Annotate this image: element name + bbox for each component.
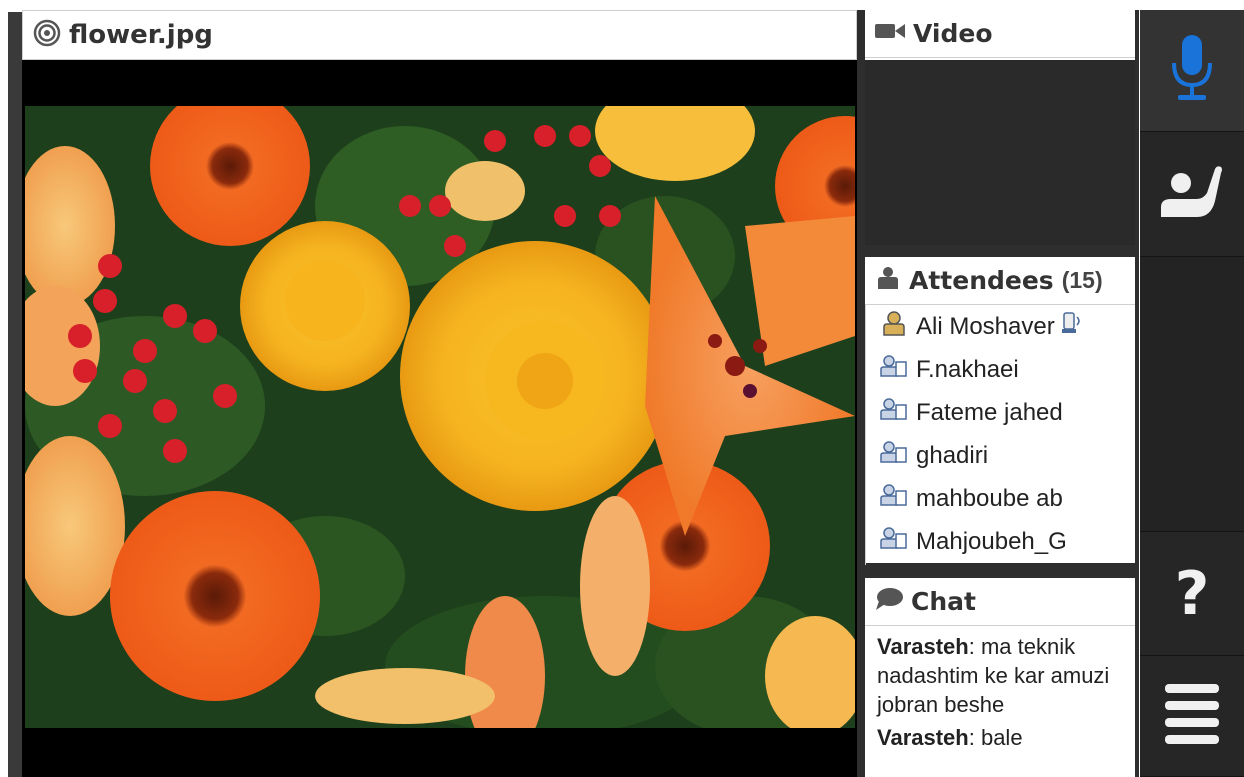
camera-icon — [875, 21, 905, 46]
chat-sender: Varasteh — [877, 725, 969, 750]
video-panel-title: Video — [913, 19, 993, 48]
right-toolbar: ? — [1140, 10, 1244, 777]
chat-panel: Chat Varasteh: ma teknik nadashtim ke ka… — [865, 578, 1135, 777]
attendee-name: Fateme jahed — [916, 398, 1063, 426]
chat-panel-header[interactable]: Chat — [865, 578, 1135, 626]
chat-message: Varasteh: bale — [877, 723, 1123, 752]
chat-panel-title: Chat — [911, 587, 976, 616]
side-panels: Video Attendees (15) Ali Moshaver F.nakh… — [857, 10, 1139, 777]
attendee-item[interactable]: ghadiri — [866, 434, 1135, 477]
attendee-name: F.nakhaei — [916, 355, 1019, 383]
attendee-name: Mahjoubeh_G — [916, 527, 1067, 555]
raise-hand-button[interactable] — [1140, 132, 1244, 257]
presentation-header: flower.jpg — [22, 10, 857, 60]
microphone-icon — [1170, 35, 1214, 106]
attendee-name: ghadiri — [916, 441, 989, 469]
attendee-icon — [880, 483, 908, 514]
chat-message: Varasteh: ma teknik nadashtim ke kar amu… — [877, 632, 1123, 719]
presentation-area: flower.jpg — [22, 10, 857, 777]
left-edge-strip — [0, 0, 22, 777]
attendee-name: mahboube ab — [916, 484, 1063, 512]
attendees-panel: Attendees (15) Ali Moshaver F.nakhaei Fa… — [865, 257, 1135, 565]
left-edge-bar — [8, 12, 22, 777]
attendee-icon — [880, 526, 908, 557]
attendee-icon — [880, 397, 908, 428]
shared-image-flowers[interactable] — [25, 106, 855, 728]
chat-messages: Varasteh: ma teknik nadashtim ke kar amu… — [865, 626, 1135, 762]
help-button[interactable]: ? — [1140, 532, 1244, 656]
attendee-name: Ali Moshaver — [916, 312, 1055, 340]
toolbar-spacer — [1140, 257, 1244, 532]
presentation-file-name: flower.jpg — [69, 20, 213, 50]
video-panel-header[interactable]: Video — [865, 10, 1135, 58]
video-panel: Video — [865, 10, 1135, 60]
attendee-item[interactable]: Ali Moshaver — [866, 305, 1135, 348]
target-icon — [33, 19, 61, 52]
attendees-list[interactable]: Ali Moshaver F.nakhaei Fateme jahed ghad… — [865, 305, 1135, 565]
attendee-icon — [880, 440, 908, 471]
attendees-panel-header[interactable]: Attendees (15) — [865, 257, 1135, 305]
presenter-icon — [880, 310, 908, 343]
chat-sender: Varasteh — [877, 634, 969, 659]
attendee-item[interactable]: mahboube ab — [866, 477, 1135, 520]
video-feed-area — [865, 60, 1135, 245]
microphone-button[interactable] — [1140, 10, 1244, 132]
chat-text: : bale — [968, 725, 1023, 750]
attendee-icon — [880, 354, 908, 385]
speaking-icon — [1059, 311, 1083, 342]
help-icon: ? — [1174, 558, 1210, 629]
person-icon — [875, 265, 901, 296]
raise-hand-icon — [1159, 157, 1225, 232]
attendee-item[interactable]: Fateme jahed — [866, 391, 1135, 434]
attendees-count: (15) — [1061, 267, 1103, 293]
speech-bubble-icon — [875, 587, 903, 616]
attendee-item[interactable]: Mahjoubeh_G — [866, 520, 1135, 563]
menu-button[interactable] — [1140, 656, 1244, 777]
attendee-item[interactable]: F.nakhaei — [866, 348, 1135, 391]
menu-icon — [1165, 683, 1219, 749]
attendees-panel-title: Attendees — [909, 266, 1054, 295]
